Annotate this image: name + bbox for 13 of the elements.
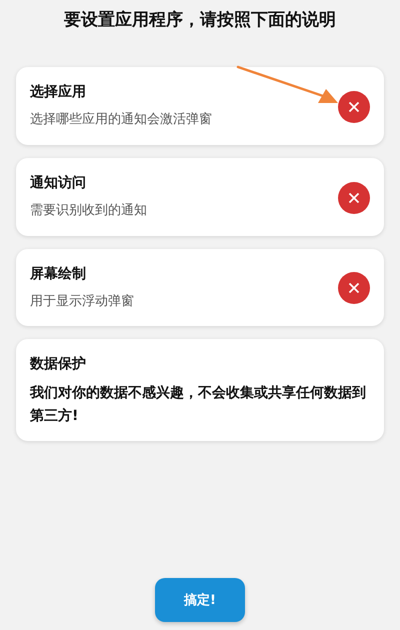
card-title: 选择应用 — [30, 83, 87, 101]
card-title: 屏幕绘制 — [30, 264, 87, 283]
close-icon[interactable] — [338, 272, 370, 304]
card-description: 用于显示浮动弹窗 — [30, 292, 135, 311]
page-heading: 要设置应用程序，请按照下面的说明 — [63, 9, 337, 31]
card-description: 需要识别收到的通知 — [30, 202, 148, 220]
close-icon[interactable] — [338, 90, 370, 123]
close-icon[interactable] — [338, 182, 370, 214]
done-button[interactable]: 搞定! — [155, 578, 245, 622]
card-description: 选择哪些应用的通知会激活弹窗 — [30, 111, 213, 129]
card-description: 我们对你的数据不感兴趣，不会收集或共享任何数据到第三方! — [30, 384, 367, 426]
card-title: 数据保护 — [30, 355, 87, 374]
card-title: 通知访问 — [30, 174, 87, 192]
